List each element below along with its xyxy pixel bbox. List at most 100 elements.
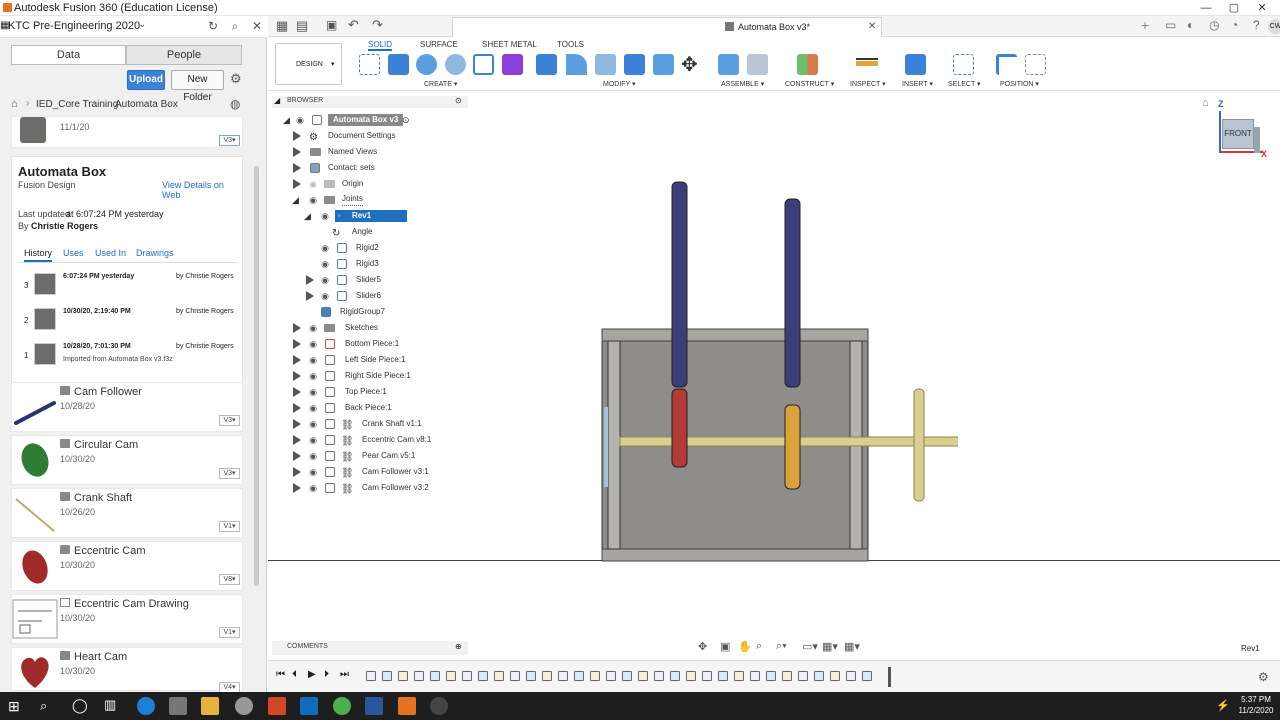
offset-face-icon[interactable] (653, 54, 674, 75)
eye-hidden-icon[interactable]: ◉ (308, 179, 318, 189)
history-row[interactable]: 2 10/30/20, 2:19:40 PM by Christie Roger… (12, 304, 242, 338)
viewports-icon[interactable]: ▦▾ (844, 640, 860, 653)
timeline-feature[interactable] (830, 671, 840, 681)
eye-icon[interactable]: ◉ (308, 355, 318, 365)
step-forward-icon[interactable]: ⏵ (324, 669, 329, 680)
search-icon[interactable]: ⌕ (227, 19, 243, 35)
job-status-icon[interactable]: ◷ (1209, 18, 1219, 32)
pan-icon[interactable]: ✋ (738, 640, 752, 653)
clock-date[interactable]: 11/2/2020 (1236, 706, 1276, 715)
tree-root[interactable]: ◢ ◉ Automata Box v3 ⊙ (268, 112, 468, 128)
app-icon[interactable] (430, 697, 448, 715)
press-pull-icon[interactable] (536, 54, 557, 75)
viewcube[interactable]: ⌂ Z X FRONT (1202, 97, 1267, 161)
settings-app-icon[interactable] (235, 697, 253, 715)
timeline-feature[interactable] (766, 671, 776, 681)
joint-icon[interactable] (747, 54, 768, 75)
timeline-feature[interactable] (558, 671, 568, 681)
version-badge[interactable]: V1▾ (219, 521, 240, 532)
project-name[interactable]: KTC Pre-Engineering 2020 (8, 20, 140, 32)
eye-icon[interactable]: ◉ (320, 243, 330, 253)
powerpoint-icon[interactable] (268, 697, 286, 715)
eye-icon[interactable]: ◉ (308, 419, 318, 429)
file-item[interactable]: Eccentric Cam 10/30/20 V8▾ (11, 541, 243, 591)
search-icon[interactable]: ⌕ (40, 698, 47, 714)
workspace-switcher[interactable]: DESIGN ▾ (275, 43, 342, 85)
timeline-feature[interactable] (382, 671, 392, 681)
inspect-group[interactable]: INSPECT ▾ (850, 80, 886, 88)
timeline-feature[interactable] (718, 671, 728, 681)
insert-group[interactable]: INSERT ▾ (902, 80, 933, 88)
eye-icon[interactable]: ◉ (308, 467, 318, 477)
position-group[interactable]: POSITION ▾ (1000, 80, 1039, 88)
file-explorer-icon[interactable] (201, 697, 219, 715)
store-icon[interactable] (169, 697, 187, 715)
fusion-taskbar-icon[interactable] (398, 697, 416, 715)
gear-icon[interactable]: ⚙ (230, 71, 242, 87)
viewcube-front-face[interactable]: FRONT (1222, 119, 1254, 149)
tab-surface[interactable]: SURFACE (420, 40, 458, 49)
fillet-icon[interactable] (566, 54, 587, 75)
timeline-feature[interactable] (462, 671, 472, 681)
clock-time[interactable]: 5:37 PM (1236, 695, 1276, 704)
eye-icon[interactable]: ◉ (308, 435, 318, 445)
outlook-icon[interactable] (300, 697, 318, 715)
timeline-feature[interactable] (654, 671, 664, 681)
eye-icon[interactable]: ◉ (308, 339, 318, 349)
maximize-button[interactable]: ▢ (1220, 0, 1248, 16)
select-group[interactable]: SELECT ▾ (948, 80, 981, 88)
version-badge[interactable]: V8▾ (219, 574, 240, 585)
chrome-icon[interactable] (333, 697, 351, 715)
file-item[interactable]: Circular Cam 10/30/20 V3▾ (11, 435, 243, 485)
viewport[interactable]: ◢ BROWSER ⊙ ◢ ◉ Automata Box v3 ⊙ ⚙ Docum… (268, 91, 1280, 655)
timeline-feature[interactable] (478, 671, 488, 681)
minimize-button[interactable]: — (1192, 0, 1220, 16)
eye-icon[interactable]: ◉ (320, 259, 330, 269)
timeline-feature[interactable] (526, 671, 536, 681)
create-sketch-icon[interactable] (359, 54, 380, 75)
eye-icon[interactable]: ◉ (295, 115, 305, 125)
eye-icon[interactable]: ◉ (320, 275, 330, 285)
timeline-feature[interactable] (446, 671, 456, 681)
measure-icon[interactable] (856, 58, 878, 66)
timeline-feature[interactable] (430, 671, 440, 681)
construct-group[interactable]: CONSTRUCT ▾ (785, 80, 834, 88)
timeline-marker[interactable] (888, 667, 891, 687)
eye-icon[interactable]: ◉ (308, 195, 318, 205)
undo-icon[interactable]: ↶ (348, 17, 359, 33)
zoom-icon[interactable]: ⌕ (756, 640, 762, 653)
move-icon[interactable]: ✥ (681, 52, 698, 77)
tab-sheet-metal[interactable]: SHEET METAL (482, 40, 537, 49)
file-item[interactable]: Eccentric Cam Drawing 10/30/20 V1▾ (11, 594, 243, 644)
eye-icon[interactable]: ◉ (308, 451, 318, 461)
timeline-feature[interactable] (734, 671, 744, 681)
tab-people[interactable]: People (126, 45, 242, 65)
timeline-feature[interactable] (670, 671, 680, 681)
comments-bar[interactable]: COMMENTS ⊕ (272, 641, 468, 655)
close-panel-icon[interactable]: ✕ (249, 19, 265, 35)
task-view-icon[interactable]: ▥ (104, 697, 116, 713)
add-comment-icon[interactable]: ⊕ (455, 642, 462, 651)
new-component-icon[interactable] (718, 54, 739, 75)
display-settings-icon[interactable]: ▭▾ (802, 640, 818, 653)
go-to-start-icon[interactable]: ⏮ (276, 669, 285, 680)
windows-start-icon[interactable]: ⊞ (8, 698, 20, 715)
tab-uses[interactable]: Uses (63, 248, 84, 258)
eye-icon[interactable]: ◉ (308, 371, 318, 381)
step-back-icon[interactable]: ⏴ (292, 669, 297, 680)
combine-icon[interactable] (624, 54, 645, 75)
chat-icon[interactable]: ▭ (1165, 18, 1176, 32)
file-item[interactable]: Crank Shaft 10/26/20 V1▾ (11, 488, 243, 538)
version-badge[interactable]: V1▾ (219, 627, 240, 638)
notifications-icon[interactable]: ◔ (1231, 18, 1238, 32)
pin-icon[interactable]: ⊙ (455, 96, 462, 105)
automata-box-model[interactable] (598, 177, 958, 562)
eye-icon[interactable]: ◉ (308, 483, 318, 493)
insert-image-icon[interactable] (905, 54, 926, 75)
hole-icon[interactable] (445, 54, 466, 75)
save-icon[interactable]: ▣ (326, 18, 337, 32)
file-menu-icon[interactable]: ▤ (296, 18, 308, 34)
pattern-icon[interactable] (473, 54, 494, 75)
tab-history[interactable]: History (24, 248, 53, 262)
grid-settings-icon[interactable]: ▦▾ (822, 640, 838, 653)
